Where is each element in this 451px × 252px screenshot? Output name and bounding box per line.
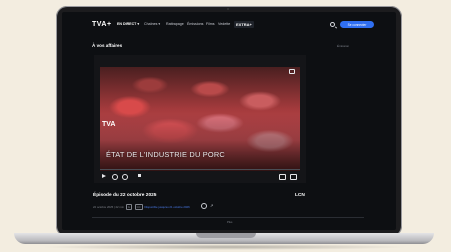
nav-item-vedette[interactable]: Vedette — [218, 22, 230, 26]
share-icon[interactable]: ↗ — [210, 204, 213, 208]
nav-direct[interactable]: EN DIRECT ▾ — [117, 22, 139, 26]
cc-badge: CC — [134, 204, 143, 210]
top-nav: TVA+ EN DIRECT ▾ Chaînes ▾ Rattrapage Ém… — [62, 12, 396, 36]
video-overlay-title: ÉTAT DE L'INDUSTRIE DU PORC — [106, 150, 225, 159]
section-title: À vos affaires — [92, 43, 123, 48]
nav-item-emissions[interactable]: Émissions — [187, 22, 203, 26]
episode-meta: 22 octobre 2025 | 22 min G CC Disponible… — [93, 204, 190, 210]
captions-icon[interactable] — [279, 174, 286, 180]
tva-logo[interactable]: TVA+ — [92, 21, 112, 28]
play-icon[interactable] — [102, 174, 106, 178]
nav-extra[interactable]: EXTRA+ — [234, 21, 254, 28]
episode-title: Épisode du 22 octobre 2025 — [93, 193, 157, 198]
nav-item-chaines[interactable]: Chaînes ▾ — [144, 22, 160, 26]
cast-icon[interactable] — [289, 69, 295, 74]
brand-label: LCN — [295, 193, 305, 198]
nav-item-films[interactable]: Films — [206, 22, 215, 26]
volume-icon[interactable] — [138, 174, 141, 177]
laptop-shadow — [40, 244, 410, 250]
side-label: Émission — [337, 44, 350, 48]
divider — [92, 217, 364, 218]
webcam-dot — [227, 8, 229, 10]
more-label[interactable]: Plus — [227, 220, 232, 224]
video-player[interactable]: TVA ÉTAT DE L'INDUSTRIE DU PORC — [94, 55, 306, 183]
screen: TVA+ EN DIRECT ▾ Chaînes ▾ Rattrapage Ém… — [62, 12, 396, 230]
search-icon[interactable] — [330, 22, 335, 27]
rating-badge: G — [125, 204, 132, 210]
episode-date: 22 octobre 2025 | 22 min — [93, 205, 124, 209]
connect-button[interactable]: Se connecter — [340, 21, 374, 28]
channel-bug: TVA — [102, 121, 116, 128]
progress-bar[interactable] — [100, 169, 300, 170]
rewind-icon[interactable] — [112, 174, 118, 180]
add-icon[interactable] — [201, 203, 207, 209]
availability-link[interactable]: Disponible jusqu'au 21 octobre 2026 — [144, 205, 189, 209]
nav-item-rattrapage[interactable]: Rattrapage — [166, 22, 184, 26]
laptop-notch — [196, 233, 256, 238]
fullscreen-icon[interactable] — [290, 174, 297, 180]
forward-icon[interactable] — [122, 174, 128, 180]
